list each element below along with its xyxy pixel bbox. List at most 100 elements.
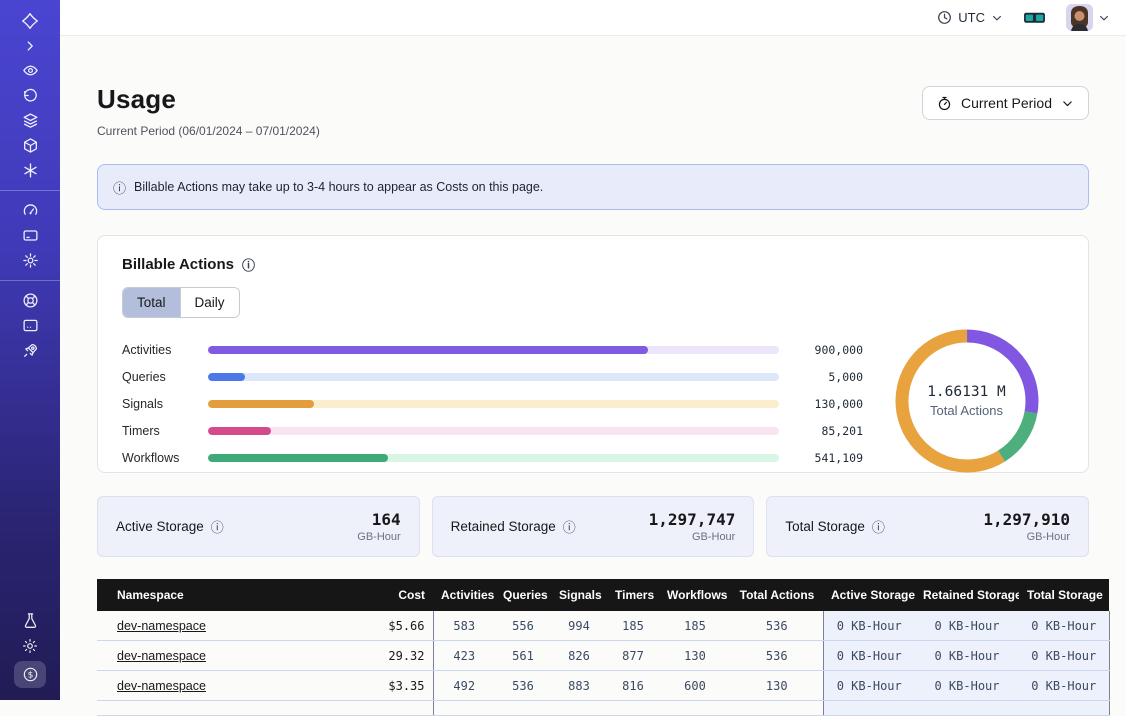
rocket-icon[interactable]: [13, 338, 47, 363]
asterisk-icon[interactable]: [13, 158, 47, 183]
bar-track: [208, 346, 779, 354]
cell-empty: [823, 701, 915, 716]
storage-card-unit: GB-Hour: [983, 531, 1070, 543]
storage-card-value: 1,297,910: [983, 510, 1070, 529]
storage-cards: Active Storage ⓘ 164 GB-Hour Retained St…: [97, 496, 1089, 557]
storage-card-label: Retained Storage: [451, 519, 556, 534]
info-icon[interactable]: ⓘ: [211, 517, 224, 536]
sidebar: $: [0, 0, 60, 700]
cell-empty: [551, 701, 607, 716]
cell-signals: 826: [551, 641, 607, 671]
cell-cost: 29.32: [315, 641, 433, 671]
bar-value: 130,000: [791, 397, 863, 411]
clock-icon: [937, 10, 952, 25]
gauge-icon[interactable]: [13, 198, 47, 223]
total-actions-donut: 1.66131 M Total Actions: [869, 326, 1064, 476]
user-avatar: [1066, 4, 1093, 31]
cube-icon[interactable]: [13, 133, 47, 158]
flask-icon[interactable]: [13, 608, 47, 633]
chevron-down-icon: [991, 12, 1003, 24]
usage-table: NamespaceCostActivitiesQueriesSignalsTim…: [97, 579, 1110, 716]
cell-workflows: 185: [659, 611, 731, 641]
stopwatch-icon: [937, 96, 952, 111]
cell-signals: 994: [551, 611, 607, 641]
cell-empty: [495, 701, 551, 716]
column-header-activities: Activities: [433, 579, 495, 611]
cell-empty: [731, 701, 823, 716]
chevron-right-icon[interactable]: [13, 33, 47, 58]
bar-fill: [208, 373, 245, 381]
column-header-queries: Queries: [495, 579, 551, 611]
namespace-link[interactable]: dev-namespace: [117, 619, 206, 633]
timezone-selector[interactable]: UTC: [937, 10, 1003, 25]
table-row: dev-namespace$5.665835569941851855360 KB…: [97, 611, 1109, 641]
terminal-icon[interactable]: [13, 313, 47, 338]
storage-card: Total Storage ⓘ 1,297,910 GB-Hour: [766, 496, 1089, 557]
bar-track: [208, 427, 779, 435]
cell-empty: [433, 701, 495, 716]
cell-cost: $5.66: [315, 611, 433, 641]
info-icon[interactable]: ⓘ: [872, 517, 885, 536]
bar-track: [208, 400, 779, 408]
column-header-workflows: Workflows: [659, 579, 731, 611]
cell-timers: 816: [607, 671, 659, 701]
storage-card-unit: GB-Hour: [649, 531, 736, 543]
cell-total_actions: 130: [731, 671, 823, 701]
lifebuoy-icon[interactable]: [13, 288, 47, 313]
tab-daily[interactable]: Daily: [181, 288, 239, 317]
info-icon[interactable]: ⓘ: [242, 255, 255, 274]
total-actions-value: 1.66131 M: [869, 384, 1064, 400]
column-header-cost: Cost: [315, 579, 433, 611]
namespace-link[interactable]: dev-namespace: [117, 649, 206, 663]
info-banner: ⓘ Billable Actions may take up to 3-4 ho…: [97, 164, 1089, 210]
sidebar-divider: [0, 190, 60, 191]
period-button-label: Current Period: [961, 95, 1052, 111]
timezone-label: UTC: [958, 10, 985, 25]
bar-value: 5,000: [791, 370, 863, 384]
cell-workflows: 130: [659, 641, 731, 671]
bar-fill: [208, 427, 271, 435]
storage-card-value: 1,297,747: [649, 510, 736, 529]
svg-text:$: $: [27, 671, 33, 681]
table-row: dev-namespace$3.354925368838166001300 KB…: [97, 671, 1109, 701]
cell-signals: 883: [551, 671, 607, 701]
eye-icon[interactable]: [13, 58, 47, 83]
bar-label: Activities: [122, 343, 196, 357]
total-actions-label: Total Actions: [869, 403, 1064, 418]
storage-card: Retained Storage ⓘ 1,297,747 GB-Hour: [432, 496, 755, 557]
info-icon[interactable]: ⓘ: [563, 517, 576, 536]
cell-empty: [607, 701, 659, 716]
user-menu[interactable]: [1066, 4, 1110, 31]
sun-icon[interactable]: [13, 633, 47, 658]
cell-retained_storage: 0 KB-Hour: [915, 641, 1019, 671]
history-icon[interactable]: [13, 83, 47, 108]
period-selector-button[interactable]: Current Period: [922, 86, 1089, 120]
cell-namespace: dev-namespace: [97, 611, 315, 641]
layers-icon[interactable]: [13, 108, 47, 133]
billing-card-icon[interactable]: [13, 223, 47, 248]
cell-active_storage: 0 KB-Hour: [823, 641, 915, 671]
bar-track: [208, 454, 779, 462]
cell-namespace: dev-namespace: [97, 641, 315, 671]
dollar-icon[interactable]: $: [14, 661, 46, 688]
cell-queries: 561: [495, 641, 551, 671]
cell-active_storage: 0 KB-Hour: [823, 671, 915, 701]
column-header-namespace: Namespace: [97, 579, 315, 611]
column-header-total_actions: Total Actions: [731, 579, 823, 611]
billable-actions-card: Billable Actions ⓘ Total Daily Activitie…: [97, 235, 1089, 473]
cell-activities: 423: [433, 641, 495, 671]
cell-empty: [315, 701, 433, 716]
namespace-link[interactable]: dev-namespace: [117, 679, 206, 693]
bar-label: Timers: [122, 424, 196, 438]
storage-card-value: 164: [357, 510, 400, 529]
temporal-logo[interactable]: [13, 8, 47, 33]
column-header-active_storage: Active Storage: [823, 579, 915, 611]
table-row-partial: [97, 701, 1109, 716]
bar-row: Timers 85,201: [122, 417, 863, 444]
tab-total[interactable]: Total: [123, 288, 181, 317]
cell-timers: 877: [607, 641, 659, 671]
bar-value: 541,109: [791, 451, 863, 465]
gear-icon[interactable]: [13, 248, 47, 273]
bar-label: Workflows: [122, 451, 196, 465]
glasses-icon[interactable]: [1023, 10, 1046, 25]
